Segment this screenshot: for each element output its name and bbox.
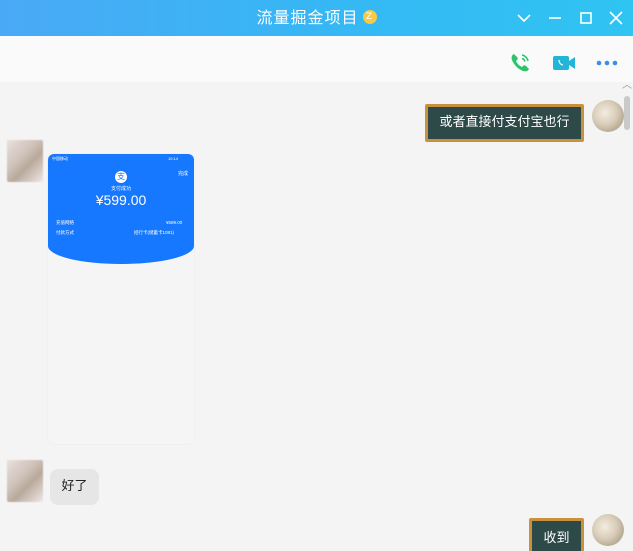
alipay-logo-icon: 支	[115, 171, 127, 183]
message-bubble-self[interactable]: 或者直接付支付宝也行	[425, 104, 584, 142]
payment-row-value: ¥599.00	[166, 220, 183, 225]
close-button[interactable]	[604, 6, 628, 30]
scroll-up-icon[interactable]: ︿	[621, 80, 633, 92]
payment-success-text: 支付成功	[110, 186, 131, 192]
chat-toolbar	[0, 36, 633, 82]
contact-avatar[interactable]	[7, 460, 43, 502]
self-avatar[interactable]	[592, 100, 624, 132]
window-title: 流量掘金项目 Z	[0, 0, 633, 36]
payment-row-label: 充值网络	[56, 220, 74, 225]
more-icon	[596, 60, 618, 66]
message-bubble-other[interactable]: 好了	[50, 469, 99, 505]
status-bar-carrier: 中国移动	[52, 156, 68, 161]
status-bar-time: 10:14	[168, 156, 179, 161]
message-bubble-self[interactable]: 收到	[529, 518, 584, 551]
more-button[interactable]	[594, 50, 620, 76]
maximize-button[interactable]	[574, 6, 598, 30]
voice-call-button[interactable]	[507, 50, 533, 76]
window-title-text: 流量掘金项目	[256, 8, 359, 27]
phone-icon	[511, 54, 529, 72]
video-call-button[interactable]	[551, 50, 577, 76]
done-link: 完成	[178, 171, 189, 177]
minimize-button[interactable]	[543, 6, 567, 30]
chevron-down-icon[interactable]	[512, 6, 536, 30]
payment-method-label: 付款方式	[56, 230, 74, 235]
payment-screenshot-image[interactable]: 中国移动 10:14 完成 支 支付成功 ¥599.00 充值网络 ¥599.0…	[48, 154, 194, 444]
group-badge-icon: Z	[362, 9, 377, 24]
scrollbar-thumb[interactable]	[624, 96, 630, 130]
contact-avatar[interactable]	[7, 140, 43, 182]
video-icon	[553, 56, 575, 70]
payment-method-value: 招行卡(储蓄卡1081)	[134, 230, 175, 235]
self-avatar[interactable]	[592, 514, 624, 546]
payment-amount: ¥599.00	[95, 192, 147, 208]
